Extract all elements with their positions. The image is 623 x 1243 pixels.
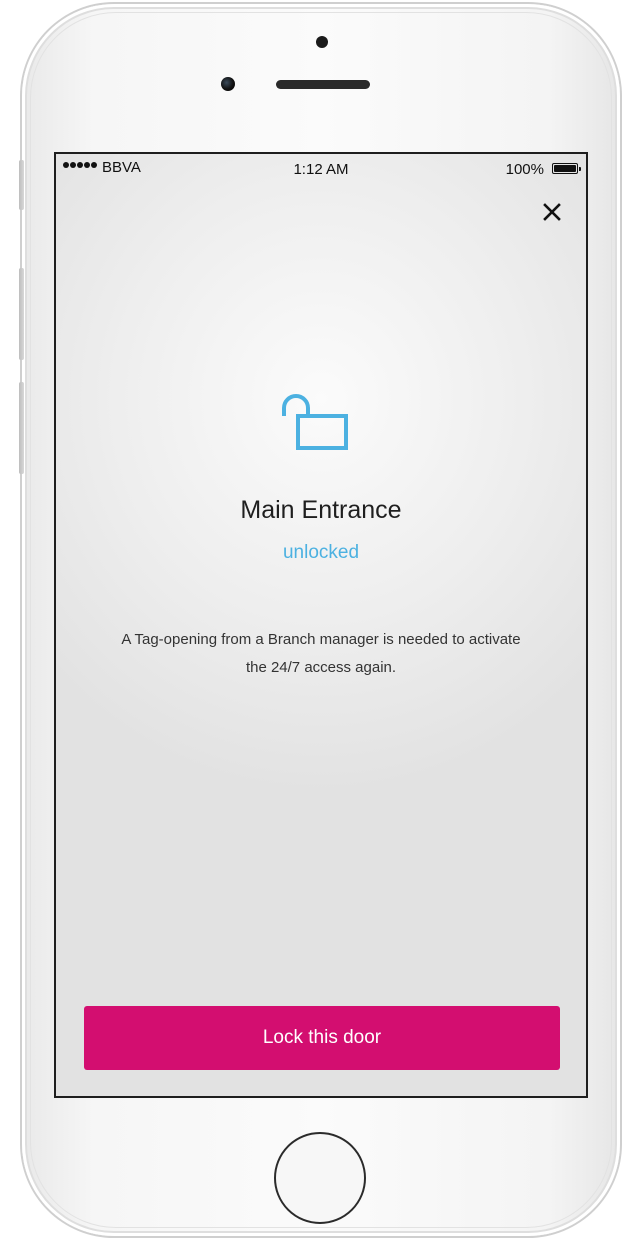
status-bar: BBVA 1:12 AM 100% <box>56 154 586 184</box>
home-button[interactable] <box>274 1132 366 1224</box>
battery-percentage: 100% <box>505 161 544 178</box>
app-screen: BBVA 1:12 AM 100% Main Entrance unlocked… <box>54 152 588 1098</box>
volume-down-button <box>19 382 24 474</box>
unlocked-padlock-icon <box>278 394 350 450</box>
volume-up-button <box>19 268 24 360</box>
info-message: A Tag-opening from a Branch manager is n… <box>121 631 521 676</box>
door-status: unlocked <box>282 542 360 563</box>
close-icon <box>543 203 561 221</box>
proximity-sensor <box>316 36 328 48</box>
lock-door-button[interactable]: Lock this door <box>84 1006 560 1070</box>
mute-switch <box>19 160 24 210</box>
door-name: Main Entrance <box>240 496 402 524</box>
earpiece-speaker <box>276 80 370 89</box>
close-button[interactable] <box>542 202 562 222</box>
battery-tip <box>579 167 581 171</box>
lock-door-button-label: Lock this door <box>262 1027 382 1048</box>
front-camera <box>221 77 235 91</box>
battery-icon <box>552 163 578 174</box>
